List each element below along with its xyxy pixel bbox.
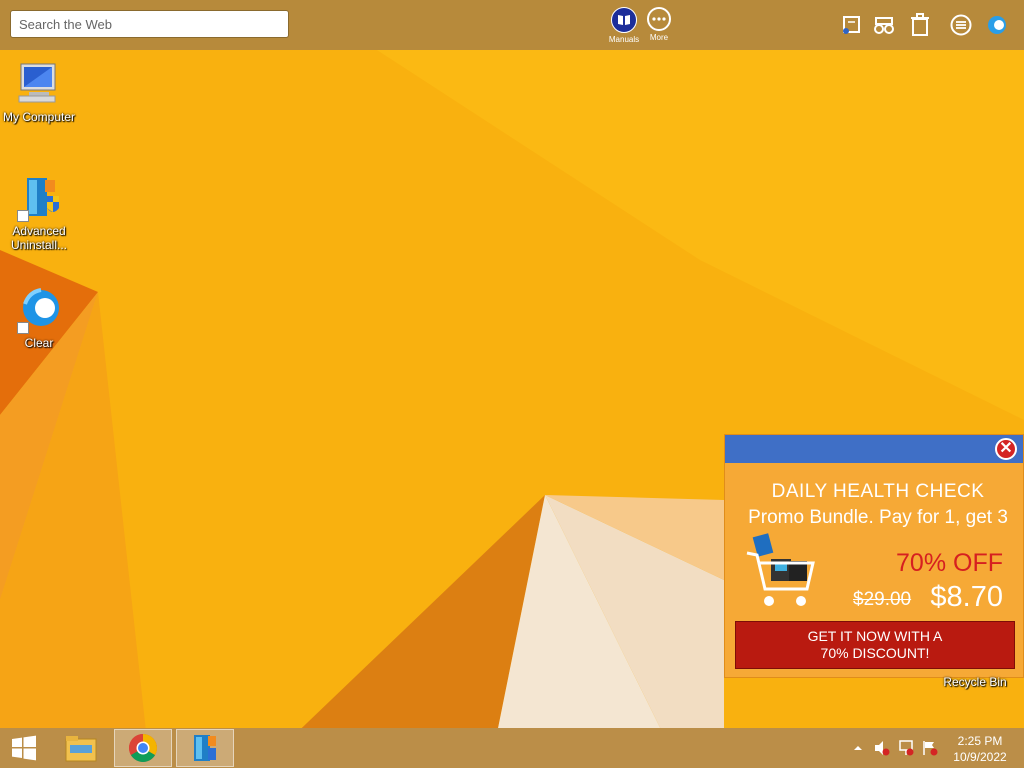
- clock-date: 10/9/2022: [953, 750, 1007, 764]
- shortcut-arrow-icon: [17, 210, 29, 222]
- clear-icon: [15, 286, 63, 334]
- browser-toolbar: Manuals More: [0, 0, 1024, 50]
- old-price: $29.00: [853, 589, 912, 610]
- cta-line-2: 70% DISCOUNT!: [820, 645, 930, 661]
- taskbar-clock[interactable]: 2:25 PM 10/9/2022: [940, 733, 1020, 765]
- get-discount-button[interactable]: GET IT NOW WITH A 70% DISCOUNT!: [735, 621, 1015, 669]
- news-icon[interactable]: [838, 12, 864, 38]
- desktop-icon-label: My Computer: [2, 110, 76, 124]
- volume-muted-icon[interactable]: [874, 740, 890, 756]
- taskbar: [0, 728, 1024, 768]
- chrome-icon: [129, 734, 157, 762]
- desktop-icon-clear[interactable]: Clear: [0, 286, 78, 350]
- start-button[interactable]: [0, 729, 48, 767]
- popup-header: ✕: [725, 435, 1023, 463]
- menu-icon[interactable]: [948, 12, 974, 38]
- promo-popup: ✕ DAILY HEALTH CHECK Promo Bundle. Pay f…: [724, 434, 1024, 678]
- book-icon: [611, 7, 637, 33]
- advanced-uninstaller-taskbar-icon: [194, 735, 216, 761]
- popup-title: DAILY HEALTH CHECK: [771, 481, 985, 502]
- more-dots-icon: [647, 7, 671, 31]
- show-hidden-icons-chevron-icon[interactable]: [850, 740, 866, 756]
- computer-icon: [15, 60, 63, 108]
- discount-label: 70% OFF: [896, 549, 1003, 577]
- more-button[interactable]: More: [637, 7, 681, 42]
- clock-time: 2:25 PM: [957, 734, 1003, 748]
- desktop-icon-label: Advanced Uninstall...: [10, 224, 68, 252]
- taskbar-advanced-uninstaller[interactable]: [176, 729, 234, 767]
- desktop-icon-my-computer[interactable]: My Computer: [0, 60, 78, 124]
- more-label: More: [649, 33, 669, 42]
- popup-subtitle: Promo Bundle. Pay for 1, get 3: [748, 507, 1008, 528]
- advanced-uninstaller-icon: [15, 174, 63, 222]
- cta-line-1: GET IT NOW WITH A: [807, 628, 943, 644]
- windows-logo-icon: [12, 735, 36, 761]
- action-center-flag-icon[interactable]: [922, 740, 938, 756]
- desktop-icon-label: Clear: [24, 336, 54, 350]
- folder-icon: [65, 736, 97, 762]
- shopping-cart-icon: [746, 533, 815, 606]
- recycle-bin-label[interactable]: Recycle Bin: [936, 675, 1014, 689]
- close-icon[interactable]: ✕: [995, 438, 1017, 460]
- desktop-icon-advanced-uninstaller[interactable]: Advanced Uninstall...: [0, 174, 78, 252]
- trash-icon[interactable]: [907, 12, 933, 38]
- taskbar-chrome[interactable]: [114, 729, 172, 767]
- shortcut-arrow-icon: [17, 322, 29, 334]
- network-icon[interactable]: [898, 740, 914, 756]
- taskbar-file-explorer[interactable]: [52, 729, 110, 767]
- clear-logo-icon[interactable]: [984, 12, 1010, 38]
- search-input[interactable]: [10, 10, 289, 38]
- new-price: $8.70: [930, 581, 1003, 613]
- binoculars-icon[interactable]: [871, 12, 897, 38]
